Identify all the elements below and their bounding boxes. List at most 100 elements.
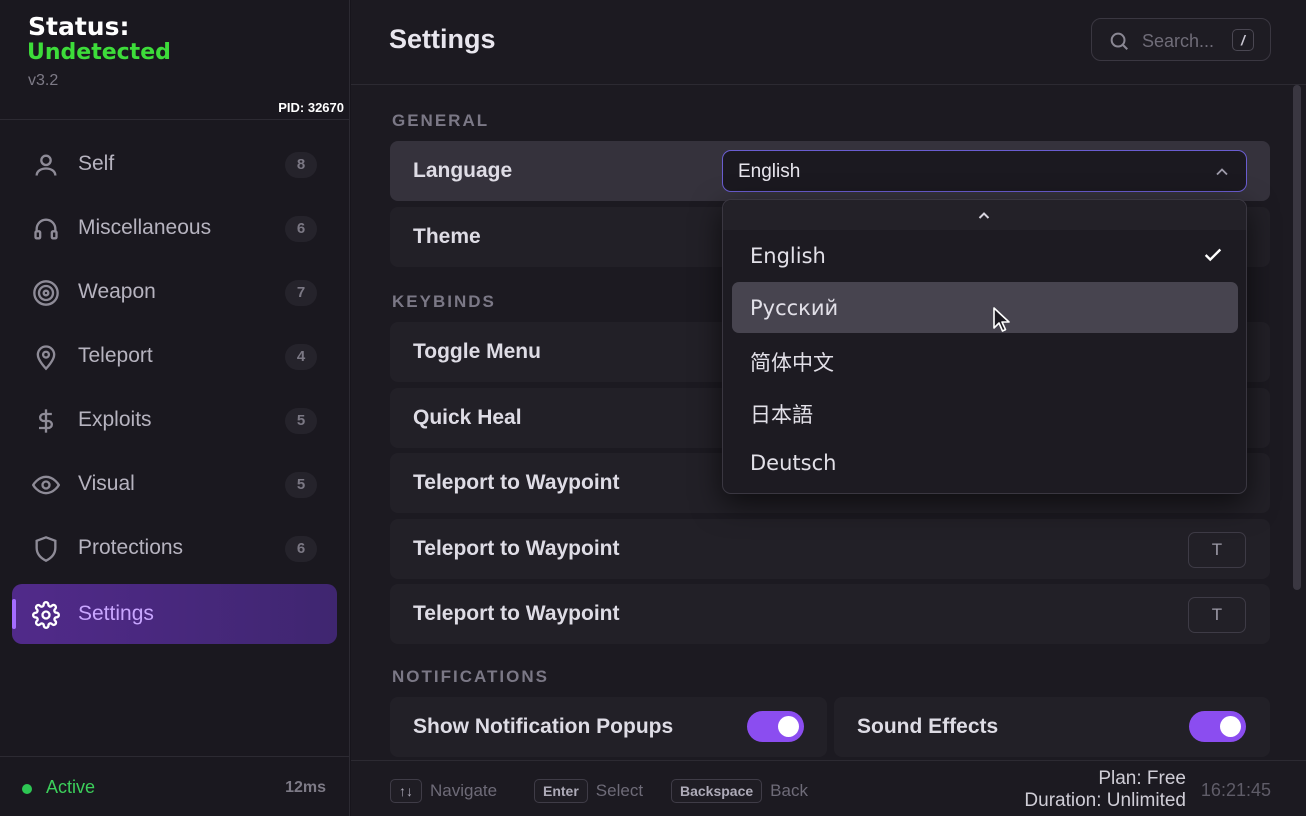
sidebar-item-teleport[interactable]: Teleport 4 xyxy=(12,326,337,386)
search-icon xyxy=(1108,30,1130,52)
sidebar-item-label: Miscellaneous xyxy=(78,216,212,239)
count-badge: 7 xyxy=(285,280,317,306)
sidebar-item-label: Protections xyxy=(78,536,184,559)
header: Settings Search... / xyxy=(351,0,1306,85)
connection-status: Active xyxy=(46,777,96,797)
count-badge: 6 xyxy=(285,536,317,562)
sidebar-item-label: Exploits xyxy=(78,408,152,431)
scrollbar[interactable] xyxy=(1293,85,1301,590)
brand-area: Status: Undetected v3.2 PID: 32670 xyxy=(0,0,350,120)
keybind-label: Toggle Menu xyxy=(413,340,541,363)
dropdown-option-german[interactable]: Deutsch xyxy=(732,437,1238,488)
option-label: 简体中文 xyxy=(750,351,834,375)
option-label: 日本語 xyxy=(750,403,813,427)
hint-label: Navigate xyxy=(430,781,498,800)
keybind-row-teleport[interactable]: Teleport to Waypoint T xyxy=(390,519,1270,579)
keybind-label: Teleport to Waypoint xyxy=(413,471,620,494)
check-icon xyxy=(1202,244,1224,266)
key-hint: Enter xyxy=(534,779,588,803)
theme-label: Theme xyxy=(413,225,481,248)
hint-label: Back xyxy=(770,781,808,800)
status-label: Status: xyxy=(28,12,130,41)
sidebar-item-label: Weapon xyxy=(78,280,156,303)
keybind-label: Teleport to Waypoint xyxy=(413,602,620,625)
sound-effects-toggle[interactable] xyxy=(1189,711,1246,742)
keybind-label: Teleport to Waypoint xyxy=(413,537,620,560)
hint-back: Backspace Back xyxy=(671,779,808,803)
target-icon xyxy=(32,279,60,307)
section-title-notifications: NOTIFICATIONS xyxy=(392,667,549,686)
language-row: Language English xyxy=(390,141,1270,201)
shield-icon xyxy=(32,535,60,563)
hint-select: Enter Select xyxy=(534,779,643,803)
map-pin-icon xyxy=(32,343,60,371)
page-title: Settings xyxy=(389,24,496,54)
keybind-key-button[interactable]: T xyxy=(1188,597,1246,633)
dropdown-option-japanese[interactable]: 日本語 xyxy=(732,385,1238,436)
language-select[interactable]: English xyxy=(722,150,1247,192)
section-title-keybinds: KEYBINDS xyxy=(392,292,496,311)
count-badge: 5 xyxy=(285,472,317,498)
sidebar-item-label: Visual xyxy=(78,472,135,495)
section-title-general: GENERAL xyxy=(392,111,490,130)
gear-icon xyxy=(32,601,60,629)
dropdown-option-russian[interactable]: Русский xyxy=(732,282,1238,333)
chevron-up-icon xyxy=(1212,162,1232,182)
count-badge: 5 xyxy=(285,408,317,434)
keybind-key-button[interactable]: T xyxy=(1188,532,1246,568)
search-input[interactable]: Search... / xyxy=(1091,18,1271,61)
sound-effects-label: Sound Effects xyxy=(857,715,999,738)
chevron-up-icon xyxy=(978,212,990,219)
ping-value: 12ms xyxy=(285,779,326,796)
eye-icon xyxy=(31,471,61,499)
sidebar-item-label: Self xyxy=(78,152,115,175)
sidebar-item-weapon[interactable]: Weapon 7 xyxy=(12,262,337,322)
dropdown-scroll-up[interactable] xyxy=(723,200,1246,230)
key-hint: Backspace xyxy=(671,779,763,803)
version-label: v3.2 xyxy=(28,72,59,89)
option-label: Deutsch xyxy=(750,451,837,475)
sidebar-item-label: Settings xyxy=(78,602,154,625)
count-badge: 6 xyxy=(285,216,317,242)
sidebar-item-visual[interactable]: Visual 5 xyxy=(12,454,337,514)
dollar-icon xyxy=(32,407,60,435)
user-icon xyxy=(32,151,60,179)
sidebar-item-miscellaneous[interactable]: Miscellaneous 6 xyxy=(12,198,337,258)
clock: 16:21:45 xyxy=(1200,780,1271,800)
dropdown-option-chinese[interactable]: 简体中文 xyxy=(732,333,1238,384)
headphones-icon xyxy=(32,215,60,243)
language-select-value: English xyxy=(738,161,801,182)
keybind-row-teleport[interactable]: Teleport to Waypoint T xyxy=(390,584,1270,644)
duration-label: Duration: Unlimited xyxy=(1024,790,1186,811)
count-badge: 4 xyxy=(285,344,317,370)
plan-label: Plan: Free xyxy=(1098,768,1186,789)
sidebar-item-settings[interactable]: Settings xyxy=(12,584,337,644)
plan-info: Plan: Free Duration: Unlimited xyxy=(1024,768,1186,812)
hint-navigate: ↑↓ Navigate xyxy=(390,779,497,803)
footer-bar: ↑↓ Navigate Enter Select Backspace Back … xyxy=(351,760,1306,816)
search-placeholder: Search... xyxy=(1142,31,1215,51)
sidebar-footer: Active 12ms xyxy=(0,756,350,816)
dropdown-option-english[interactable]: English xyxy=(732,230,1238,281)
language-dropdown: English Русский 简体中文 日本語 Deutsch xyxy=(722,199,1247,494)
status-value: Undetected xyxy=(27,40,171,65)
mouse-cursor-icon xyxy=(993,307,1010,332)
pid-label: PID: 32670 xyxy=(278,100,344,115)
sidebar-item-label: Teleport xyxy=(78,344,153,367)
sidebar-item-self[interactable]: Self 8 xyxy=(12,134,337,194)
keybind-label: Quick Heal xyxy=(413,406,522,429)
status-dot xyxy=(22,784,32,794)
option-label: English xyxy=(750,244,826,268)
sidebar-item-protections[interactable]: Protections 6 xyxy=(12,518,337,578)
notification-popups-label: Show Notification Popups xyxy=(413,715,674,738)
notification-popups-card: Show Notification Popups xyxy=(390,697,827,757)
language-label: Language xyxy=(413,159,513,182)
search-shortcut-key: / xyxy=(1232,29,1254,51)
notification-popups-toggle[interactable] xyxy=(747,711,804,742)
sidebar: Status: Undetected v3.2 PID: 32670 Self … xyxy=(0,0,350,816)
key-hint: ↑↓ xyxy=(390,779,422,803)
sound-effects-card: Sound Effects xyxy=(834,697,1270,757)
hint-label: Select xyxy=(595,781,644,800)
sidebar-item-exploits[interactable]: Exploits 5 xyxy=(12,390,337,450)
count-badge: 8 xyxy=(285,152,317,178)
